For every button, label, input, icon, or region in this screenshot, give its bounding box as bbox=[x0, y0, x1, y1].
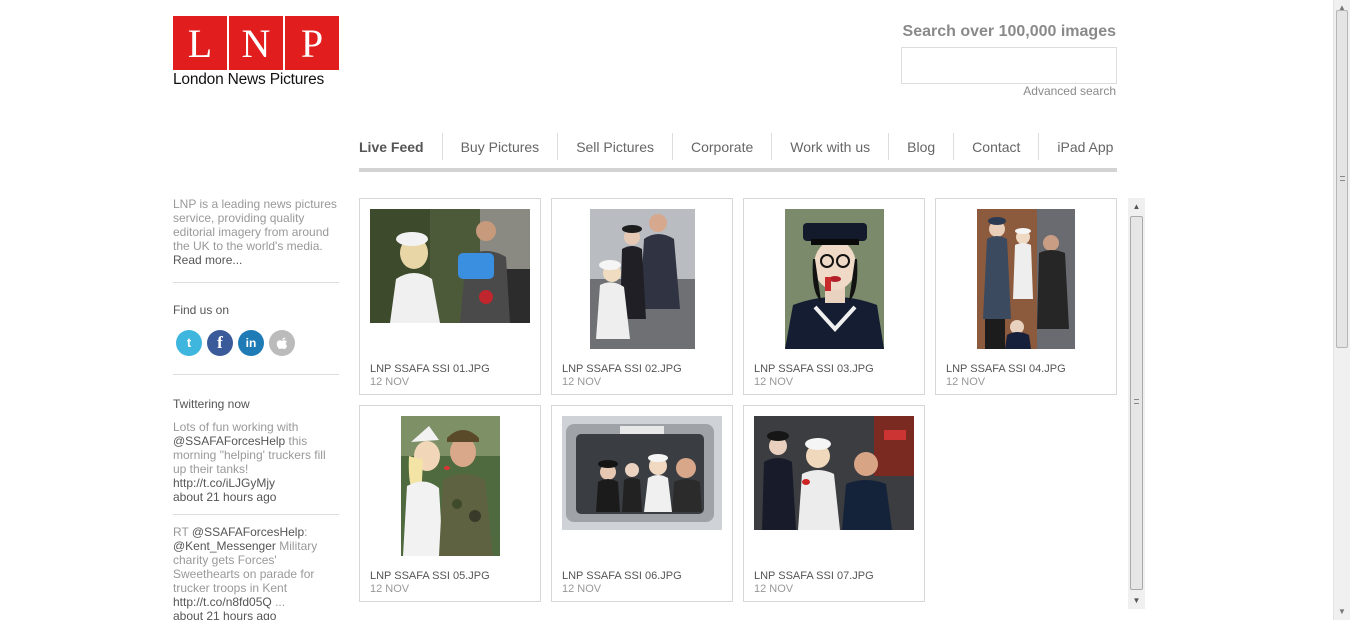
image-date: 12 NOV bbox=[562, 376, 602, 388]
tweet: RT @SSAFAForcesHelp: @Kent_Messenger Mil… bbox=[173, 514, 339, 620]
nav-sell-pictures[interactable]: Sell Pictures bbox=[557, 133, 672, 160]
main-nav: Live Feed Buy Pictures Sell Pictures Cor… bbox=[359, 133, 1117, 172]
image-date: 12 NOV bbox=[370, 376, 410, 388]
sidebar: LNP is a leading news pictures service, … bbox=[173, 197, 339, 620]
photo-thumbnail[interactable] bbox=[562, 209, 722, 349]
image-date: 12 NOV bbox=[946, 376, 986, 388]
scroll-down-icon[interactable]: ▼ bbox=[1334, 604, 1350, 620]
image-card[interactable]: LNP SSAFA SSI 04.JPG 12 NOV bbox=[935, 198, 1117, 395]
tweet-time[interactable]: about 21 hours ago bbox=[173, 490, 276, 504]
nav-live-feed[interactable]: Live Feed bbox=[359, 133, 442, 160]
tweet-mention[interactable]: @SSAFAForcesHelp bbox=[192, 525, 304, 539]
image-caption[interactable]: LNP SSAFA SSI 01.JPG bbox=[370, 363, 490, 375]
image-caption[interactable]: LNP SSAFA SSI 05.JPG bbox=[370, 570, 490, 582]
photo-thumbnail[interactable] bbox=[562, 416, 722, 556]
logo-letter-p: P bbox=[285, 16, 339, 70]
nav-blog[interactable]: Blog bbox=[888, 133, 953, 160]
image-card[interactable]: LNP SSAFA SSI 03.JPG 12 NOV bbox=[743, 198, 925, 395]
image-date: 12 NOV bbox=[562, 583, 602, 595]
image-caption[interactable]: LNP SSAFA SSI 03.JPG bbox=[754, 363, 874, 375]
lnp-logo[interactable]: L N P London News Pictures bbox=[173, 16, 339, 89]
advanced-search-link[interactable]: Advanced search bbox=[1023, 84, 1116, 98]
find-us-section: Find us on t f in bbox=[173, 282, 339, 374]
photo-thumbnail[interactable] bbox=[754, 416, 914, 556]
about-text: LNP is a leading news pictures service, … bbox=[173, 197, 337, 253]
photo-thumbnail[interactable] bbox=[754, 209, 914, 349]
facebook-icon[interactable]: f bbox=[207, 330, 233, 356]
nav-contact[interactable]: Contact bbox=[953, 133, 1038, 160]
image-date: 12 NOV bbox=[754, 376, 794, 388]
tweet-mention[interactable]: @SSAFAForcesHelp bbox=[173, 434, 285, 448]
image-date: 12 NOV bbox=[370, 583, 410, 595]
twitter-section: Twittering now Lots of fun working with … bbox=[173, 374, 339, 620]
image-date: 12 NOV bbox=[754, 583, 794, 595]
search-title: Search over 100,000 images bbox=[902, 23, 1116, 40]
image-card[interactable]: LNP SSAFA SSI 02.JPG 12 NOV bbox=[551, 198, 733, 395]
twitter-heading: Twittering now bbox=[173, 397, 250, 411]
nav-work-with-us[interactable]: Work with us bbox=[771, 133, 888, 160]
tweet: Lots of fun working with @SSAFAForcesHel… bbox=[173, 420, 326, 504]
about-section: LNP is a leading news pictures service, … bbox=[173, 197, 339, 282]
search-input[interactable] bbox=[901, 47, 1117, 84]
linkedin-icon[interactable]: in bbox=[238, 330, 264, 356]
image-caption[interactable]: LNP SSAFA SSI 07.JPG bbox=[754, 570, 874, 582]
image-card[interactable]: LNP SSAFA SSI 01.JPG 12 NOV bbox=[359, 198, 541, 395]
tweet-link[interactable]: http://t.co/n8fd05Q bbox=[173, 595, 272, 609]
image-card[interactable]: LNP SSAFA SSI 07.JPG 12 NOV bbox=[743, 405, 925, 602]
grid-scroll-down-icon[interactable]: ▼ bbox=[1128, 592, 1145, 609]
photo-thumbnail[interactable] bbox=[370, 416, 530, 556]
image-card[interactable]: LNP SSAFA SSI 06.JPG 12 NOV bbox=[551, 405, 733, 602]
nav-corporate[interactable]: Corporate bbox=[672, 133, 771, 160]
logo-letter-n: N bbox=[229, 16, 283, 70]
nav-buy-pictures[interactable]: Buy Pictures bbox=[441, 133, 558, 160]
grid-scroll-up-icon[interactable]: ▲ bbox=[1128, 198, 1145, 215]
page-scrollbar-thumb[interactable] bbox=[1336, 10, 1348, 348]
grid-scrollbar[interactable]: ▲ ▼ bbox=[1128, 198, 1145, 609]
image-caption[interactable]: LNP SSAFA SSI 06.JPG bbox=[562, 570, 682, 582]
twitter-icon[interactable]: t bbox=[176, 330, 202, 356]
image-caption[interactable]: LNP SSAFA SSI 02.JPG bbox=[562, 363, 682, 375]
photo-thumbnail[interactable] bbox=[946, 209, 1106, 349]
tweet-mention[interactable]: @Kent_Messenger bbox=[173, 539, 276, 553]
tweet-link[interactable]: http://t.co/iLJGyMjy bbox=[173, 476, 275, 490]
read-more-link[interactable]: Read more... bbox=[173, 253, 242, 267]
image-caption[interactable]: LNP SSAFA SSI 04.JPG bbox=[946, 363, 1066, 375]
logo-letter-l: L bbox=[173, 16, 227, 70]
tweet-time[interactable]: about 21 hours ago bbox=[173, 609, 276, 620]
page-scrollbar[interactable]: ▲ ▼ bbox=[1333, 0, 1350, 620]
photo-thumbnail[interactable] bbox=[370, 209, 530, 349]
nav-ipad-app[interactable]: iPad App bbox=[1038, 133, 1131, 160]
find-us-label: Find us on bbox=[173, 303, 230, 317]
image-card[interactable]: LNP SSAFA SSI 05.JPG 12 NOV bbox=[359, 405, 541, 602]
grid-scrollbar-thumb[interactable] bbox=[1130, 216, 1143, 590]
logo-text: London News Pictures bbox=[173, 71, 325, 88]
apple-icon[interactable] bbox=[269, 330, 295, 356]
